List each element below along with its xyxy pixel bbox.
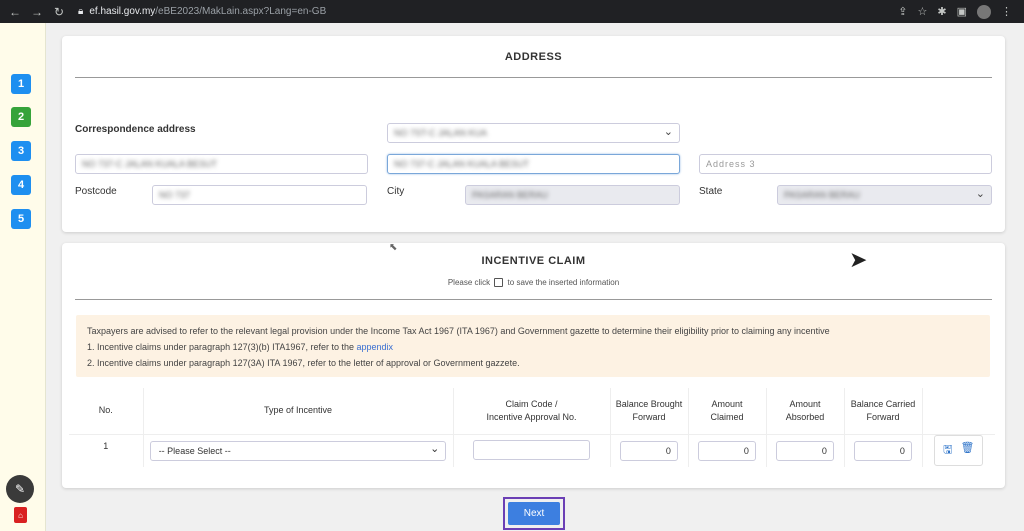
- extensions-icon[interactable]: ✱: [937, 5, 946, 18]
- col-type-of-incentive: Type of Incentive: [143, 388, 454, 434]
- notice-line-1: Taxpayers are advised to refer to the re…: [87, 326, 830, 336]
- step-5[interactable]: 5: [11, 209, 31, 229]
- save-icon[interactable]: 🖫︎: [943, 441, 952, 460]
- city-value: PASARAN BERAU: [472, 190, 548, 200]
- claim-code-cell: [453, 433, 611, 467]
- col-amount-claimed: Amount Claimed: [688, 388, 767, 434]
- address3-input[interactable]: Address 3: [699, 154, 992, 174]
- col-claimed-1: Amount: [711, 398, 743, 409]
- share-icon[interactable]: ⇪: [898, 5, 907, 18]
- address2-input[interactable]: NO 737-C JALAN KUALA BESUT: [387, 154, 680, 174]
- step-4[interactable]: 4: [11, 175, 31, 195]
- eligibility-notice: Taxpayers are advised to refer to the re…: [76, 315, 990, 377]
- postcode-input[interactable]: NO 737: [152, 185, 367, 205]
- save-hint: Please click to save the inserted inform…: [62, 278, 1005, 288]
- state-label: State: [699, 186, 723, 197]
- row-no: 1: [69, 433, 144, 467]
- col-absorbed-2: Absorbed: [785, 411, 825, 422]
- col-amount-absorbed: Amount Absorbed: [766, 388, 845, 434]
- profile-avatar[interactable]: [977, 4, 991, 19]
- notice-line-2-text: 1. Incentive claims under paragraph 127(…: [87, 342, 354, 352]
- forward-icon[interactable]: →: [30, 5, 44, 19]
- col-absorbed-1: Amount: [789, 398, 821, 409]
- row-actions: 🖫︎ 🗑︎: [934, 435, 984, 467]
- table-row: 1 -- Please Select -- 0 0 0 0 🖫︎ 🗑︎: [69, 433, 995, 467]
- address-title: ADDRESS: [504, 51, 563, 63]
- notice-line-3: 2. Incentive claims under paragraph 127(…: [87, 358, 520, 368]
- address-bar[interactable]: 🔒︎ ef.hasil.gov.my/eBE2023/MakLain.aspx?…: [78, 6, 898, 17]
- city-input: PASARAN BERAU: [465, 185, 680, 205]
- next-button-focus-ring: Next: [503, 497, 565, 530]
- col-bbf-1: Balance Brought: [615, 398, 683, 409]
- col-claim-code-2: Incentive Approval No.: [486, 411, 577, 422]
- step-1[interactable]: 1: [11, 74, 31, 94]
- notice-line-2: 1. Incentive claims under paragraph 127(…: [87, 339, 979, 355]
- balance-carried-forward-input[interactable]: 0: [854, 440, 912, 461]
- pencil-icon[interactable]: ✎: [6, 475, 34, 503]
- bookmark-star-icon[interactable]: ☆: [918, 5, 928, 18]
- bbf-cell: 0: [610, 433, 689, 467]
- step-2[interactable]: 2: [11, 107, 31, 127]
- type-of-incentive-select[interactable]: -- Please Select --: [149, 440, 447, 461]
- col-claimed-2: Claimed: [710, 411, 744, 422]
- save-hint-after: to save the inserted information: [507, 278, 620, 287]
- state-select[interactable]: PASARAN BERAU: [777, 185, 992, 205]
- col-claim-code-1: Claim Code /: [505, 398, 558, 409]
- claim-code-input[interactable]: [473, 439, 590, 460]
- col-balance-carried-forward: Balance Carried Forward: [844, 388, 923, 434]
- postcode-value: NO 737: [159, 190, 191, 200]
- postcode-label: Postcode: [75, 186, 117, 197]
- state-value: PASARAN BERAU: [784, 190, 860, 200]
- amount-claimed-input[interactable]: 0: [698, 440, 756, 461]
- next-button[interactable]: Next: [508, 502, 560, 525]
- type-of-incentive-cell: -- Please Select --: [143, 433, 454, 467]
- step-3[interactable]: 3: [11, 141, 31, 161]
- actions-cell: 🖫︎ 🗑︎: [922, 433, 995, 467]
- side-panel-icon[interactable]: ▣: [957, 5, 967, 18]
- address-divider: [75, 77, 992, 78]
- lock-icon: 🔒︎: [78, 6, 84, 17]
- balance-brought-forward-input[interactable]: 0: [620, 440, 678, 461]
- back-icon[interactable]: ←: [8, 5, 22, 19]
- url-domain: ef.hasil.gov.my: [89, 6, 156, 17]
- address-panel: ADDRESS Correspondence address NO 7ST-C …: [62, 36, 1005, 232]
- mouse-cursor-icon: ➤: [849, 247, 868, 272]
- bcf-cell: 0: [844, 433, 923, 467]
- address1-input[interactable]: NO 737-C JALAN KUALA BESUT: [75, 154, 368, 174]
- claimed-cell: 0: [688, 433, 767, 467]
- address-select-value: NO 7ST-C JALAN KUA: [394, 128, 488, 138]
- city-label: City: [387, 186, 405, 197]
- address2-value: NO 737-C JALAN KUALA BESUT: [394, 159, 530, 169]
- col-claim-code: Claim Code / Incentive Approval No.: [453, 388, 611, 434]
- reload-icon[interactable]: ↻: [52, 5, 66, 19]
- step-sidebar: 1 2 3 4 5 ✎ ⌂: [0, 23, 46, 531]
- browser-toolbar: ← → ↻ 🔒︎ ef.hasil.gov.my/eBE2023/MakLain…: [0, 0, 1024, 23]
- col-bcf-1: Balance Carried: [850, 398, 916, 409]
- address3-placeholder: Address 3: [706, 159, 756, 169]
- col-bbf-2: Forward: [632, 411, 666, 422]
- save-hint-icon: [494, 278, 504, 288]
- col-balance-brought-forward: Balance Brought Forward: [610, 388, 689, 434]
- amount-absorbed-input[interactable]: 0: [776, 440, 834, 461]
- col-no: No.: [69, 388, 144, 434]
- col-actions: [922, 388, 995, 434]
- incentive-table: No. Type of Incentive Claim Code / Incent…: [69, 388, 995, 467]
- col-bcf-2: Forward: [866, 411, 900, 422]
- address-select[interactable]: NO 7ST-C JALAN KUA: [387, 123, 680, 143]
- address1-value: NO 737-C JALAN KUALA BESUT: [82, 159, 218, 169]
- table-header-row: No. Type of Incentive Claim Code / Incent…: [69, 388, 995, 434]
- url-path: /eBE2023/MakLain.aspx?Lang=en-GB: [155, 6, 327, 17]
- absorbed-cell: 0: [766, 433, 845, 467]
- trash-icon[interactable]: 🗑︎: [960, 441, 974, 460]
- pdf-icon[interactable]: ⌂: [14, 507, 27, 523]
- save-hint-before: Please click: [447, 278, 491, 287]
- small-cursor-icon: ⬉: [389, 242, 398, 253]
- incentive-claim-panel: INCENTIVE CLAIM Please click to save the…: [62, 243, 1005, 488]
- incentive-divider: [75, 299, 992, 300]
- correspondence-address-label: Correspondence address: [75, 124, 196, 135]
- appendix-link[interactable]: appendix: [357, 342, 394, 352]
- menu-icon[interactable]: ⋮: [1001, 5, 1012, 18]
